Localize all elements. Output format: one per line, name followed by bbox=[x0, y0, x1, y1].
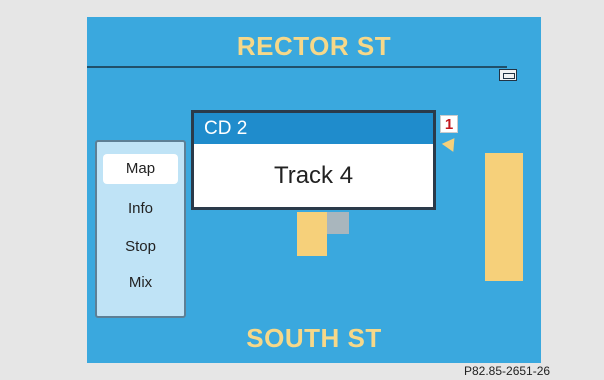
cd-track-popup[interactable]: CD 2 Track 4 bbox=[191, 110, 436, 210]
cd-disc-label: CD 2 bbox=[194, 113, 433, 144]
road-line bbox=[87, 66, 507, 68]
street-name-bottom: SOUTH ST bbox=[246, 323, 382, 353]
position-arrow-icon bbox=[441, 134, 461, 152]
reference-code: P82.85-2651-26 bbox=[464, 364, 551, 378]
map-building-right bbox=[485, 153, 523, 281]
menu-item-info[interactable]: Info bbox=[103, 194, 178, 224]
side-menu: Map Info Stop Mix bbox=[95, 140, 186, 318]
street-name-top: RECTOR ST bbox=[236, 31, 392, 61]
navigation-screen: RECTOR ST Map Info Stop Mix CD 2 Track 4… bbox=[87, 17, 541, 363]
map-building-gray bbox=[327, 212, 349, 234]
cd-track-label: Track 4 bbox=[273, 162, 354, 189]
cassette-icon bbox=[499, 69, 517, 81]
callout-number: 1 bbox=[440, 115, 458, 133]
menu-item-mix[interactable]: Mix bbox=[103, 268, 178, 298]
menu-item-map[interactable]: Map bbox=[103, 154, 178, 184]
menu-item-stop[interactable]: Stop bbox=[103, 232, 178, 262]
map-building-left bbox=[297, 212, 327, 256]
